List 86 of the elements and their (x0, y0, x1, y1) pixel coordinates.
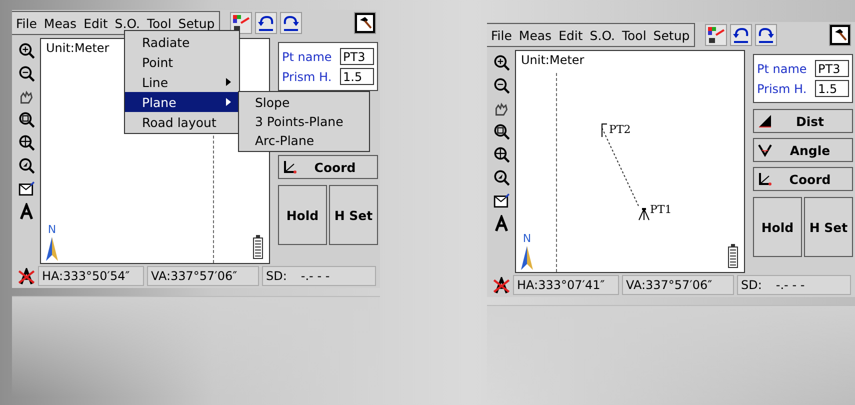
h-set-button[interactable]: H Set (329, 185, 378, 245)
undo-icon[interactable] (254, 12, 277, 34)
horizontal-angle-reading: HA:333°50′54″ (38, 266, 144, 286)
measure-button[interactable]: Coord (753, 167, 853, 191)
hand-icon[interactable] (18, 88, 34, 105)
menu-item[interactable]: Edit (84, 16, 108, 30)
menu-item[interactable]: File (491, 28, 512, 42)
horizontal-angle-reading: HA:333°07′41″ (513, 275, 619, 296)
pt-name-field[interactable]: PT3 (340, 48, 374, 65)
zoom-out-icon[interactable] (492, 77, 510, 94)
menu-item[interactable]: S.O. (590, 28, 616, 42)
crossed-text-icon[interactable] (18, 268, 35, 284)
prism-height-field[interactable]: 1.5 (340, 68, 374, 85)
color-palette-icon[interactable] (704, 24, 727, 46)
flag-icon (601, 123, 609, 137)
hold-button[interactable]: Hold (753, 197, 802, 257)
north-label: N (48, 224, 56, 236)
north-arrow-icon (520, 245, 534, 272)
vertical-angle-reading: VA:337°57′06″ (622, 275, 734, 296)
menu-item[interactable]: Setup (653, 28, 690, 42)
menu-option[interactable]: 3 Points-Plane (239, 112, 369, 131)
battery-icon (253, 235, 263, 259)
zoom-all-icon[interactable] (492, 146, 510, 163)
angle-icon (758, 143, 772, 157)
pt-name-label: Pt name (282, 50, 332, 64)
zoom-window-icon[interactable] (18, 111, 34, 128)
menu-option[interactable]: Plane (125, 92, 239, 112)
menu-option[interactable]: Slope (239, 93, 369, 112)
measure-button[interactable]: Angle (753, 138, 853, 162)
hand-icon[interactable] (492, 100, 510, 117)
hammer-icon[interactable] (354, 12, 376, 34)
pt-name-field[interactable]: PT3 (815, 60, 849, 77)
envelope-icon[interactable] (18, 180, 34, 197)
battery-icon (728, 244, 738, 268)
zoom-window-icon[interactable] (492, 123, 510, 140)
sd-label: SD: (741, 278, 762, 292)
menu-item[interactable]: S.O. (114, 16, 140, 30)
menu-item[interactable]: Tool (622, 28, 646, 42)
zoom-point-icon[interactable] (492, 169, 510, 186)
menu-item[interactable]: Meas (518, 28, 552, 42)
point-label: PT2 (609, 123, 631, 136)
undo-icon[interactable] (730, 24, 752, 46)
prism-height-field[interactable]: 1.5 (815, 80, 849, 97)
zoom-all-icon[interactable] (18, 134, 34, 151)
menu-option[interactable]: Radiate (125, 32, 239, 52)
sd-label: SD: (266, 269, 287, 283)
measure-button[interactable]: Coord (278, 155, 378, 179)
menu-item[interactable]: Edit (558, 28, 583, 42)
zoom-point-icon[interactable] (18, 157, 34, 174)
menu-option[interactable]: Point (125, 52, 239, 72)
triangle-icon (758, 114, 772, 128)
color-palette-icon[interactable] (230, 12, 252, 34)
menu-item[interactable]: Tool (147, 16, 172, 30)
axes-icon (758, 172, 772, 186)
north-arrow-icon (45, 236, 59, 262)
prism-height-label: Prism H. (282, 70, 332, 84)
sd-value: -.- - - (776, 278, 805, 292)
axes-icon (283, 160, 297, 174)
zoom-in-icon[interactable] (18, 42, 34, 59)
tripod-icon (638, 207, 650, 221)
menu-item[interactable]: File (16, 16, 37, 30)
vertical-angle-reading: VA:337°57′06″ (147, 266, 259, 286)
h-set-button[interactable]: H Set (804, 197, 853, 257)
hold-button[interactable]: Hold (278, 185, 327, 245)
zoom-out-icon[interactable] (18, 65, 34, 82)
menu-option[interactable]: Road layout (125, 112, 239, 132)
redo-icon[interactable] (280, 12, 302, 34)
prism-height-label: Prism H. (757, 82, 807, 96)
unit-label: Unit:Meter (46, 41, 110, 55)
sd-value: -.- - - (300, 269, 330, 283)
menu-item[interactable]: Setup (178, 16, 215, 30)
measure-button[interactable]: Dist (753, 109, 853, 133)
point-label: PT1 (650, 203, 672, 216)
text-icon[interactable] (492, 215, 510, 232)
pt-name-label: Pt name (757, 62, 807, 76)
unit-label: Unit:Meter (521, 53, 584, 67)
zoom-in-icon[interactable] (492, 54, 510, 71)
north-label: N (522, 233, 532, 246)
text-icon[interactable] (18, 203, 34, 220)
crossed-text-icon[interactable] (493, 276, 510, 294)
menu-option[interactable]: Arc-Plane (239, 131, 369, 150)
menu-item[interactable]: Meas (44, 16, 77, 30)
redo-icon[interactable] (754, 24, 777, 46)
menu-option[interactable]: Line (125, 72, 239, 92)
envelope-icon[interactable] (492, 192, 510, 209)
hammer-icon[interactable] (829, 24, 851, 46)
